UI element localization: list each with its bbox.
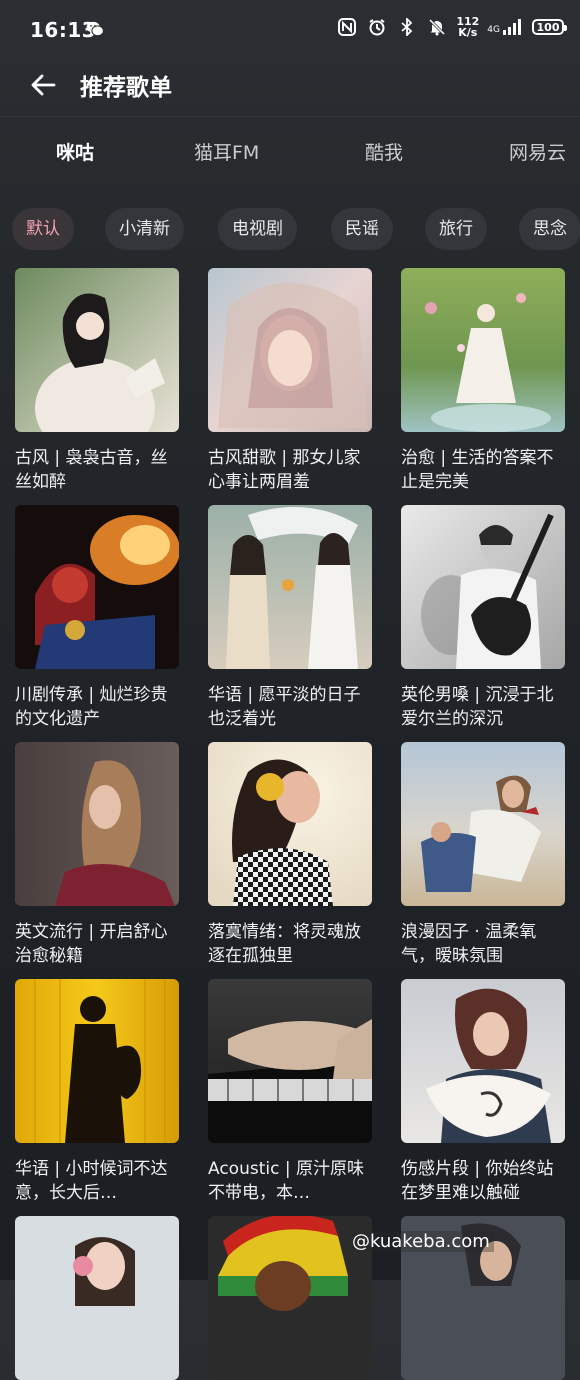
signal-bars-icon [503, 19, 521, 35]
playlist-card[interactable]: 治愈 | 生活的答案不止是完美 [401, 268, 565, 494]
alarm-icon [366, 16, 388, 38]
playlist-title: 落寞情绪：将灵魂放逐在孤独里 [208, 922, 361, 966]
status-icons: 112 K/s 4G 100 [336, 16, 567, 38]
watermark: @kuakeba.com [348, 1231, 494, 1252]
playlist-cover [15, 742, 179, 906]
playlist-card[interactable]: 华语 | 小时候词不达意，长大后… [15, 979, 179, 1205]
tab-kuwo[interactable]: 酷我 [365, 138, 403, 165]
signal-indicator: 4G [487, 19, 524, 35]
playlist-cover [401, 979, 565, 1143]
chip-fresh[interactable]: 小清新 [105, 208, 184, 250]
playlist-card[interactable]: 古风甜歌 | 那女儿家心事让两眉羞 [208, 268, 372, 494]
playlist-card[interactable]: 浪漫因子 · 温柔氧气，暧昧氛围 [401, 742, 565, 968]
tab-maoer-fm[interactable]: 猫耳FM [194, 138, 259, 165]
status-bar: 16:13 112 K/s 4G 100 [0, 0, 580, 62]
playlist-title: 伤感片段 | 你始终站在梦里难以触碰 [401, 1159, 554, 1203]
playlist-card[interactable]: 伤感片段 | 你始终站在梦里难以触碰 [401, 979, 565, 1205]
back-arrow-icon [31, 74, 56, 96]
playlist-title: 古风甜歌 | 那女儿家心事让两眉羞 [208, 448, 361, 492]
tab-netease[interactable]: 网易云 [509, 138, 566, 165]
playlist-card[interactable]: 英文流行 | 开启舒心治愈秘籍 [15, 742, 179, 968]
category-chips: 默认 小清新 电视剧 民谣 旅行 思念 [0, 208, 580, 250]
net-speed: 112 K/s [456, 16, 479, 38]
header-divider [0, 116, 580, 117]
playlist-card[interactable] [15, 1216, 179, 1380]
page-title: 推荐歌单 [80, 75, 172, 101]
playlist-cover [208, 979, 372, 1143]
playlist-cover [208, 268, 372, 432]
playlist-cover [15, 268, 179, 432]
playlist-cover [401, 505, 565, 669]
playlist-cover [208, 742, 372, 906]
playlist-cover [208, 505, 372, 669]
playlist-card[interactable]: 华语 | 愿平淡的日子也泛着光 [208, 505, 372, 731]
tab-migu[interactable]: 咪咕 [56, 138, 94, 165]
playlist-cover [401, 742, 565, 906]
source-tabs: 咪咕 猫耳FM 酷我 网易云 [0, 138, 580, 174]
chip-folk[interactable]: 民谣 [331, 208, 393, 250]
chip-missing[interactable]: 思念 [519, 208, 580, 250]
app-header: 推荐歌单 [0, 62, 580, 116]
playlist-title: 英伦男嗓 | 沉浸于北爱尔兰的深沉 [401, 685, 554, 729]
playlist-title: Acoustic | 原汁原味不带电，本… [208, 1159, 364, 1203]
chip-travel[interactable]: 旅行 [425, 208, 487, 250]
playlist-title: 华语 | 愿平淡的日子也泛着光 [208, 685, 361, 729]
net-speed-unit: K/s [458, 26, 478, 39]
battery-icon: 100 [532, 19, 567, 35]
playlist-card[interactable]: 落寞情绪：将灵魂放逐在孤独里 [208, 742, 372, 968]
playlist-cover [401, 268, 565, 432]
playlist-cover [15, 505, 179, 669]
mute-bell-icon [426, 16, 448, 38]
playlist-title: 英文流行 | 开启舒心治愈秘籍 [15, 922, 168, 966]
signal-type: 4G [487, 25, 500, 35]
back-button[interactable] [28, 70, 58, 100]
chip-tv-drama[interactable]: 电视剧 [218, 208, 297, 250]
playlist-card[interactable]: Acoustic | 原汁原味不带电，本… [208, 979, 372, 1205]
playlist-card[interactable]: 古风 | 袅袅古音，丝丝如醉 [15, 268, 179, 494]
playlist-title: 华语 | 小时候词不达意，长大后… [15, 1159, 168, 1203]
playlist-title: 川剧传承 | 灿烂珍贵的文化遗产 [15, 685, 168, 729]
playlist-card[interactable]: 川剧传承 | 灿烂珍贵的文化遗产 [15, 505, 179, 731]
playlist-title: 治愈 | 生活的答案不止是完美 [401, 448, 554, 492]
bluetooth-icon [396, 16, 418, 38]
nfc-icon [336, 16, 358, 38]
playlist-cover [15, 979, 179, 1143]
playlist-title: 古风 | 袅袅古音，丝丝如醉 [15, 448, 168, 492]
playlist-title: 浪漫因子 · 温柔氧气，暧昧氛围 [401, 922, 537, 966]
playlist-cover [15, 1216, 179, 1380]
playlist-card[interactable]: 英伦男嗓 | 沉浸于北爱尔兰的深沉 [401, 505, 565, 731]
wechat-icon [86, 21, 104, 37]
chip-default[interactable]: 默认 [12, 208, 74, 250]
